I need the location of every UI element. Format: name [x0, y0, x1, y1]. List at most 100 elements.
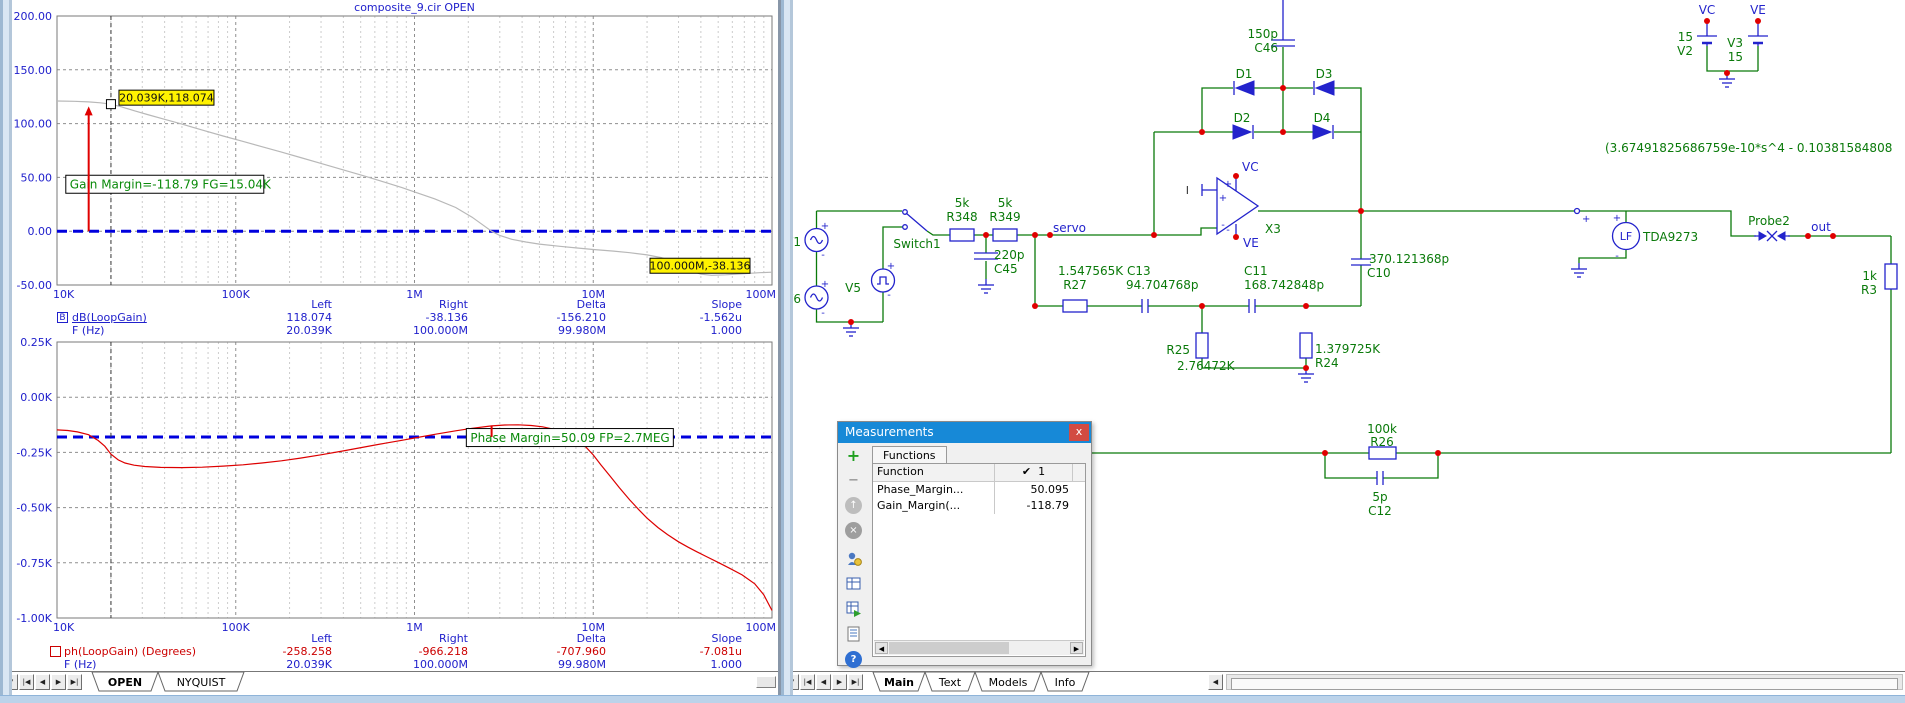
svg-text:-0.75K: -0.75K: [16, 557, 52, 570]
scroll-thumb[interactable]: [889, 642, 1009, 654]
scroll-left-icon[interactable]: ◀: [875, 642, 888, 654]
close-icon[interactable]: x: [1069, 424, 1089, 441]
function-value: 50.095: [995, 482, 1073, 498]
functions-table-header[interactable]: Function ✔ 1: [873, 464, 1085, 482]
svg-text:R24: R24: [1315, 356, 1339, 370]
page-first-icon[interactable]: |◀: [19, 674, 34, 690]
plot-window-left-edge: [0, 0, 12, 695]
page-next-icon[interactable]: ▶: [832, 674, 847, 690]
measurements-window[interactable]: Measurements x + − ↑ ×: [837, 421, 1092, 666]
page-first-icon[interactable]: |◀: [800, 674, 815, 690]
switch-switch1[interactable]: Switch1: [893, 210, 940, 251]
source-v5[interactable]: V5 + -: [845, 261, 895, 301]
check-icon[interactable]: ✔: [1022, 465, 1031, 478]
plot-hscroll-thumb[interactable]: [756, 676, 776, 688]
col-left: Left: [222, 633, 332, 645]
report-icon[interactable]: [845, 626, 862, 643]
resistor-r349[interactable]: 5k R349: [989, 196, 1020, 241]
table-row[interactable]: Phase_Margin... 50.095: [873, 482, 1085, 498]
schematic-window: 150p C46 D1 D3 D2 D4 VC +: [781, 0, 1905, 695]
resistor-r25[interactable]: R25 2.76472K: [1166, 333, 1235, 373]
diode-d4[interactable]: D4: [1313, 111, 1333, 139]
page-last-icon[interactable]: ▶|: [67, 674, 82, 690]
scroll-left-icon[interactable]: ◀: [1208, 674, 1223, 690]
function-name[interactable]: Gain_Margin(...: [873, 498, 995, 514]
svg-text:5p: 5p: [1372, 490, 1387, 504]
tab-functions[interactable]: Functions: [872, 446, 947, 464]
page-prev-icon[interactable]: ◀: [35, 674, 50, 690]
svg-text:D1: D1: [1236, 67, 1253, 81]
measurements-titlebar[interactable]: Measurements x: [838, 422, 1091, 443]
schematic-tab-bar: ▼ |◀ ◀ ▶ ▶| Main Text Models Info ◀: [781, 671, 1905, 692]
diode-d1[interactable]: D1: [1234, 67, 1254, 95]
diode-d2[interactable]: D2: [1233, 111, 1253, 139]
value-slope: -7.081u: [632, 646, 742, 658]
plot-tab-bar: ▼ |◀ ◀ ▶ ▶| OPEN NYQUIST: [0, 671, 778, 692]
resistor-r26[interactable]: 100k R26: [1367, 422, 1397, 459]
svg-text:R25: R25: [1166, 343, 1190, 357]
clear-icon[interactable]: ×: [845, 522, 862, 539]
page-prev-icon[interactable]: ◀: [816, 674, 831, 690]
tab-info-label[interactable]: Info: [1055, 676, 1076, 689]
capacitor-c10[interactable]: 370.121368p C10: [1351, 252, 1449, 280]
table-row[interactable]: Gain_Margin(... -118.79: [873, 498, 1085, 514]
svg-text:Probe2: Probe2: [1748, 214, 1790, 228]
measurements-toolbar: + − ↑ × ?: [838, 443, 868, 665]
phase-readout-table: Left Right Delta Slope ph(LoopGain) (Deg…: [0, 633, 778, 673]
scroll-right-icon[interactable]: ▶: [1070, 642, 1083, 654]
tab-open-label[interactable]: OPEN: [108, 676, 142, 689]
svg-text:-: -: [887, 290, 891, 301]
svg-text:0.00K: 0.00K: [20, 391, 52, 404]
freq-right: 100.000M: [358, 659, 468, 671]
freq-slope: 1.000: [632, 659, 742, 671]
col-function[interactable]: Function: [873, 464, 995, 481]
page-last-icon[interactable]: ▶|: [848, 674, 863, 690]
curve-name[interactable]: ph(LoopGain) (Degrees): [64, 646, 196, 658]
schematic-hscrollbar[interactable]: [1226, 674, 1903, 690]
help-icon[interactable]: ?: [845, 651, 862, 668]
table-icon[interactable]: [845, 576, 862, 593]
curve-name[interactable]: dB(LoopGain): [72, 312, 147, 324]
scroll-thumb[interactable]: [1231, 678, 1898, 690]
diode-d3[interactable]: D3: [1314, 67, 1334, 95]
micro-cap-workspace: composite_9.cir OPEN 200.00150.00100.005…: [0, 0, 1905, 703]
add-icon[interactable]: +: [845, 447, 862, 464]
move-up-icon[interactable]: ↑: [845, 497, 862, 514]
measurements-body: + − ↑ × ?: [838, 443, 1091, 665]
app-bottom-edge: [0, 695, 1905, 703]
freq-delta: 99.980M: [496, 659, 606, 671]
remove-icon[interactable]: −: [845, 472, 862, 489]
svg-text:-: -: [1226, 225, 1230, 236]
probe2[interactable]: Probe2: [1748, 214, 1790, 241]
laplace-source-tda9273[interactable]: LF TDA9273 + + -: [1575, 209, 1699, 263]
function-name[interactable]: Phase_Margin...: [873, 482, 995, 498]
tab-models-label[interactable]: Models: [989, 676, 1028, 689]
svg-text:C12: C12: [1368, 504, 1392, 518]
properties-icon[interactable]: [845, 551, 862, 568]
svg-text:-0.25K: -0.25K: [16, 446, 52, 459]
freq-row-label: F (Hz): [64, 659, 96, 671]
svg-text:+: +: [1582, 214, 1590, 225]
capacitor-c45[interactable]: 220p C45: [974, 248, 1025, 276]
supply-v2-v3[interactable]: VC VE 15 V2 V3 15: [1677, 3, 1768, 64]
functions-hscrollbar[interactable]: ◀ ▶: [874, 640, 1084, 655]
col-right: Right: [358, 299, 468, 311]
functions-table: Function ✔ 1 Phase_Margin... 50.095 Gain…: [872, 463, 1086, 657]
resistor-r348[interactable]: 5k R348: [946, 196, 977, 241]
svg-text:C11: C11: [1244, 264, 1268, 278]
svg-text:R26: R26: [1370, 435, 1394, 449]
svg-text:+: +: [1219, 193, 1227, 204]
page-next-icon[interactable]: ▶: [51, 674, 66, 690]
svg-text:TDA9273: TDA9273: [1642, 230, 1698, 244]
svg-text:V2: V2: [1677, 44, 1693, 58]
tab-main-label[interactable]: Main: [884, 676, 914, 689]
tab-text-label[interactable]: Text: [938, 676, 962, 689]
export-icon[interactable]: [845, 601, 862, 618]
col-delta: Delta: [496, 299, 606, 311]
resistor-r24[interactable]: 1.379725K R24: [1300, 333, 1381, 370]
function-value: -118.79: [995, 498, 1073, 514]
svg-text:-0.50K: -0.50K: [16, 502, 52, 515]
tab-nyquist-label[interactable]: NYQUIST: [177, 676, 226, 689]
capacitor-c46[interactable]: 150p C46: [1247, 0, 1295, 55]
resistor-r27[interactable]: 1.547565K R27: [1058, 264, 1124, 312]
